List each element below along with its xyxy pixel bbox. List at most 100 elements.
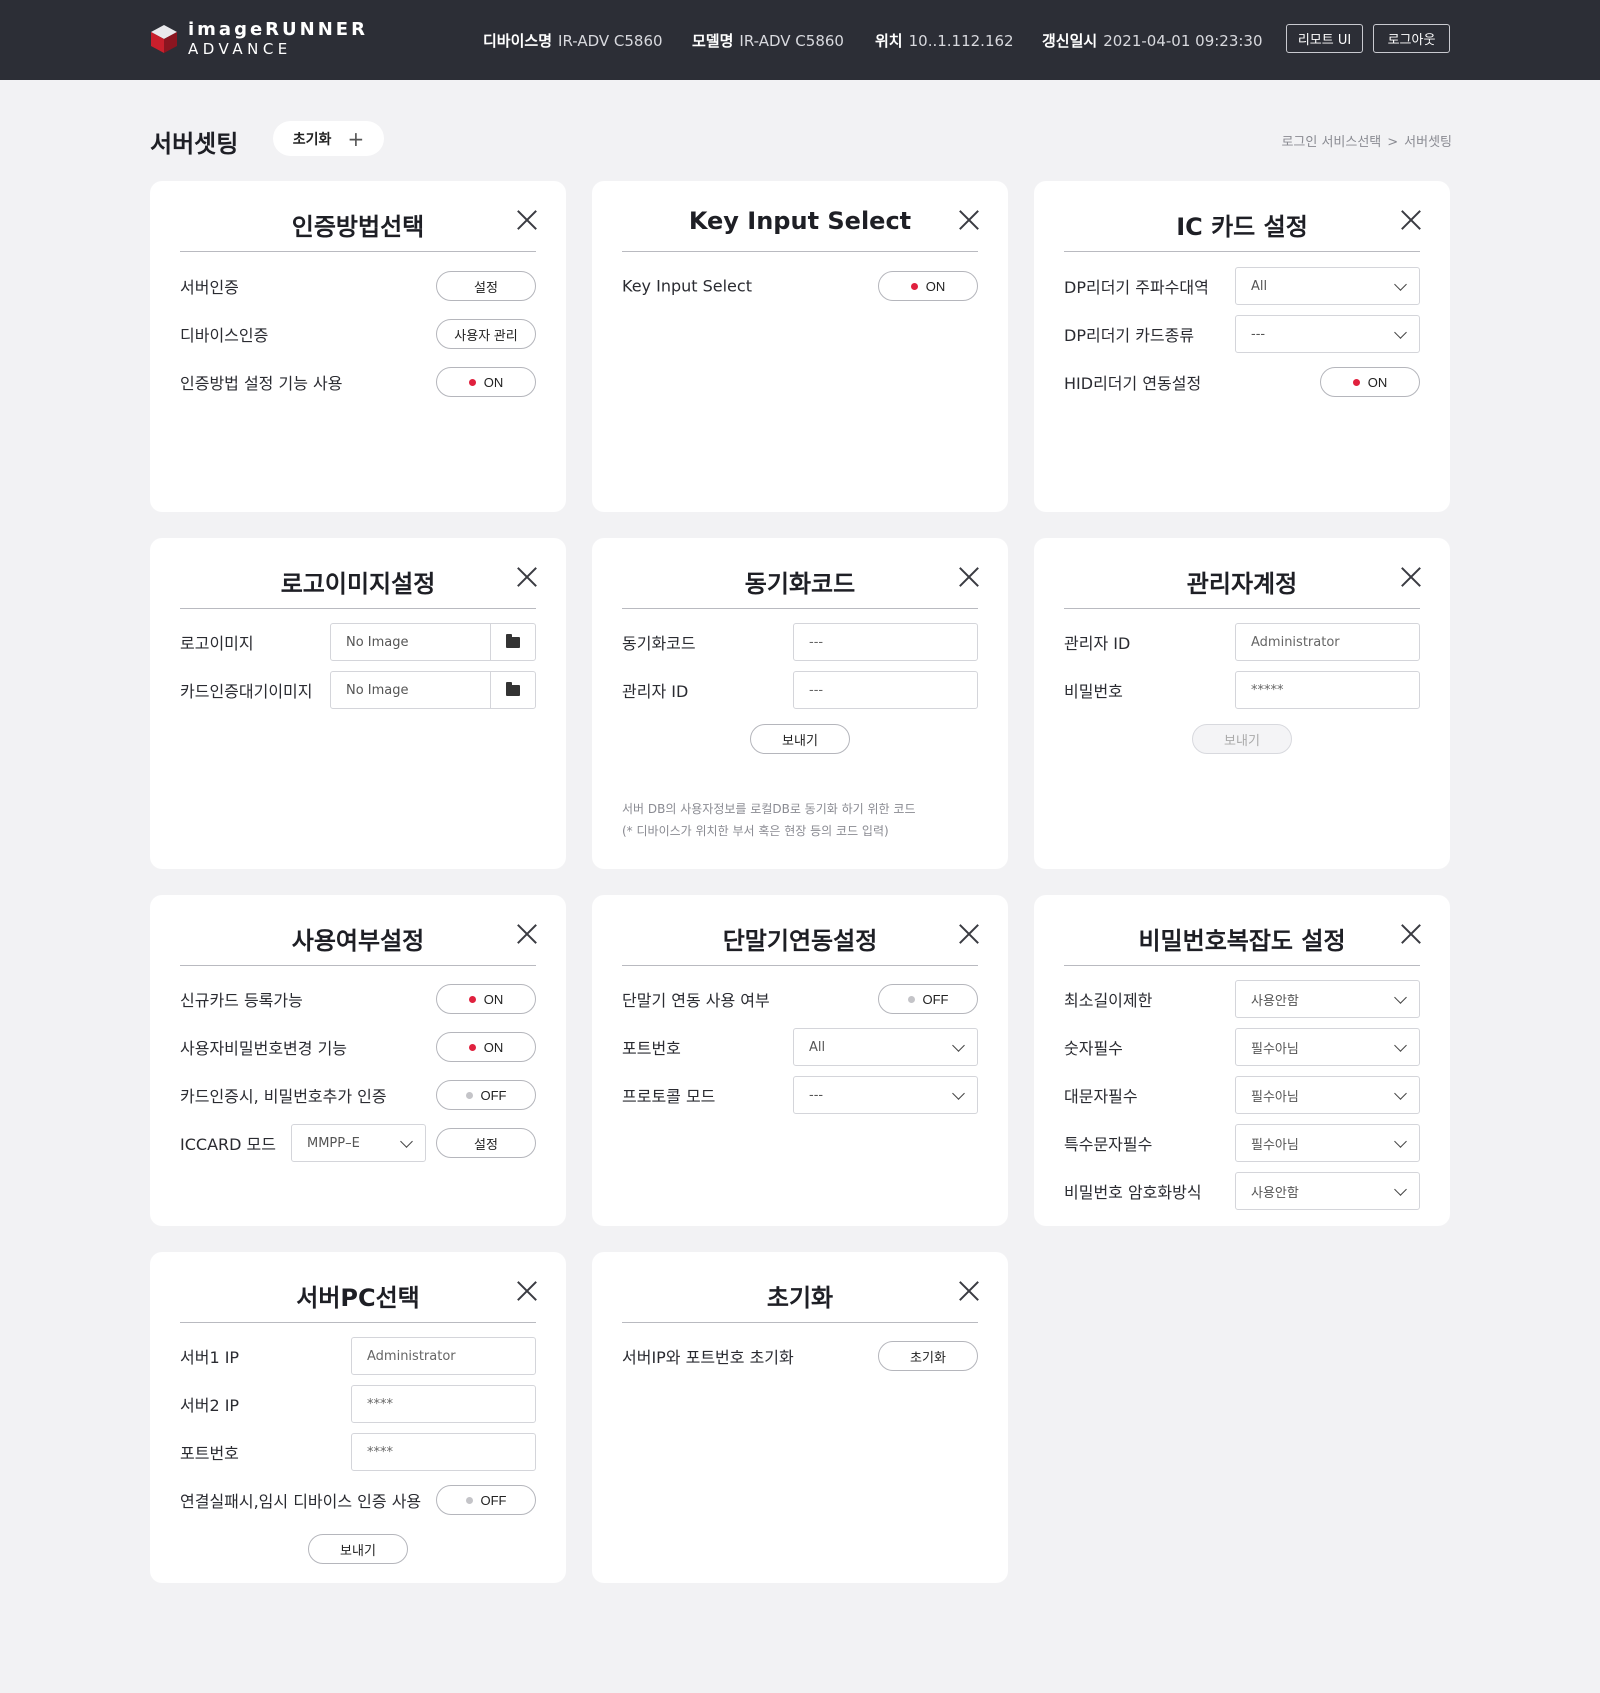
chevron-down-icon (1394, 326, 1407, 339)
row-label: 인증방법 설정 기능 사용 (180, 374, 343, 393)
server1-ip-input[interactable]: Administrator (351, 1337, 536, 1375)
min-length-select[interactable]: 사용안함 (1235, 980, 1420, 1018)
row-dp-frequency: DP리더기 주파수대역 All (1064, 267, 1420, 305)
select-value: 사용안함 (1251, 1185, 1299, 1201)
row-protocol: 프로토콜 모드 --- (622, 1076, 978, 1114)
toggle-label: ON (483, 1039, 504, 1055)
sync-admin-id-input[interactable]: --- (793, 671, 978, 709)
terminal-use-toggle[interactable]: OFF (878, 984, 978, 1014)
card-wait-image-file-field[interactable]: No Image (330, 671, 536, 709)
card-password-auth-toggle[interactable]: OFF (436, 1080, 536, 1110)
close-icon[interactable] (958, 923, 980, 945)
note-line: 서버 DB의 사용자정보를 로컬DB로 동기화 하기 위한 코드 (622, 802, 916, 816)
special-required-select[interactable]: 필수아님 (1235, 1124, 1420, 1162)
dp-card-type-select[interactable]: --- (1235, 315, 1420, 353)
browse-button[interactable] (490, 672, 535, 708)
row-hid-link: HID리더기 연동설정 ON (1064, 363, 1420, 401)
close-icon[interactable] (516, 566, 538, 588)
row-label: 서버IP와 포트번호 초기화 (622, 1348, 794, 1367)
hid-link-toggle[interactable]: ON (1320, 367, 1420, 397)
status-dot-icon (465, 1091, 473, 1099)
server-pc-send-button[interactable]: 보내기 (308, 1534, 408, 1564)
server-auth-setting-button[interactable]: 설정 (436, 271, 536, 301)
card-title: 인증방법선택 (291, 213, 425, 241)
password-change-toggle[interactable]: ON (436, 1032, 536, 1062)
encryption-select[interactable]: 사용안함 (1235, 1172, 1420, 1210)
close-icon[interactable] (1400, 566, 1422, 588)
divider (1064, 965, 1420, 966)
row-admin-id: 관리자 ID --- (622, 671, 978, 709)
close-icon[interactable] (958, 1280, 980, 1302)
card-title: IC 카드 설정 (1176, 213, 1308, 241)
browse-button[interactable] (490, 624, 535, 660)
row-server-port: 포트번호 **** (180, 1433, 536, 1471)
row-key-input: Key Input Select ON (622, 267, 978, 305)
row-label: DP리더기 카드종류 (1064, 326, 1195, 345)
row-card-password-auth: 카드인증시, 비밀번호추가 인증 OFF (180, 1076, 536, 1114)
row-admin-password: 비밀번호 ***** (1064, 671, 1420, 709)
row-label: 관리자 ID (622, 682, 689, 701)
row-new-card: 신규카드 등록가능 ON (180, 980, 536, 1018)
port-select[interactable]: All (793, 1028, 978, 1066)
status-dot-icon (468, 995, 476, 1003)
breadcrumb-item-login-service[interactable]: 로그인 서비스선택 (1281, 135, 1381, 150)
protocol-select[interactable]: --- (793, 1076, 978, 1114)
temp-device-auth-toggle[interactable]: OFF (436, 1485, 536, 1515)
close-icon[interactable] (1400, 923, 1422, 945)
divider (622, 251, 978, 252)
close-icon[interactable] (516, 923, 538, 945)
logout-button[interactable]: 로그아웃 (1373, 24, 1450, 53)
digit-required-select[interactable]: 필수아님 (1235, 1028, 1420, 1066)
close-icon[interactable] (958, 566, 980, 588)
device-name-label: 디바이스명 (483, 32, 553, 50)
uppercase-required-select[interactable]: 필수아님 (1235, 1076, 1420, 1114)
row-logo-image: 로고이미지 No Image (180, 623, 536, 661)
top-bar: imageRUNNER ADVANCE 디바이스명 IR-ADV C5860 모델… (0, 0, 1600, 80)
server2-ip-input[interactable]: **** (351, 1385, 536, 1423)
sync-send-button[interactable]: 보내기 (750, 724, 850, 754)
file-name: No Image (346, 634, 409, 650)
close-icon[interactable] (516, 209, 538, 231)
server-port-input[interactable]: **** (351, 1433, 536, 1471)
reset-add-label: 초기화 (292, 131, 332, 148)
new-card-toggle[interactable]: ON (436, 984, 536, 1014)
reset-ip-port-button[interactable]: 초기화 (878, 1341, 978, 1371)
remote-ui-button[interactable]: 리모트 UI (1286, 24, 1363, 53)
card-title: 관리자계정 (1186, 570, 1298, 598)
iccard-setting-button[interactable]: 설정 (436, 1128, 536, 1158)
toggle-label: ON (483, 991, 504, 1007)
auth-feature-toggle[interactable]: ON (436, 367, 536, 397)
chevron-down-icon (952, 1039, 965, 1052)
row-auth-feature: 인증방법 설정 기능 사용 ON (180, 363, 536, 401)
close-icon[interactable] (1400, 209, 1422, 231)
breadcrumb-separator: > (1387, 135, 1399, 150)
row-label: Key Input Select (622, 276, 752, 296)
admin-send-button[interactable]: 보내기 (1192, 724, 1292, 754)
logo-image-file-field[interactable]: No Image (330, 623, 536, 661)
chevron-down-icon (400, 1135, 413, 1148)
toggle-label: ON (925, 278, 946, 294)
dp-frequency-select[interactable]: All (1235, 267, 1420, 305)
updated-value: 2021-04-01 09:23:30 (1103, 32, 1263, 50)
key-input-toggle[interactable]: ON (878, 271, 978, 301)
reset-add-button[interactable]: 초기화 + (273, 121, 384, 156)
sync-code-input[interactable]: --- (793, 623, 978, 661)
row-dp-card-type: DP리더기 카드종류 --- (1064, 315, 1420, 353)
toggle-label: ON (483, 374, 504, 390)
row-admin-id: 관리자 ID Administrator (1064, 623, 1420, 661)
device-name-value: IR-ADV C5860 (558, 32, 663, 50)
user-manage-button[interactable]: 사용자 관리 (436, 319, 536, 349)
status-dot-icon (1352, 378, 1360, 386)
logo-line2: ADVANCE (188, 40, 292, 58)
toggle-label: OFF (922, 991, 949, 1007)
close-icon[interactable] (516, 1280, 538, 1302)
iccard-mode-select[interactable]: MMPP–E (291, 1124, 426, 1162)
admin-id-input[interactable]: Administrator (1235, 623, 1420, 661)
divider (622, 965, 978, 966)
select-value: 필수아님 (1251, 1041, 1299, 1057)
location-value: 10..1.112.162 (908, 32, 1014, 50)
admin-password-input[interactable]: ***** (1235, 671, 1420, 709)
chevron-down-icon (1394, 1087, 1407, 1100)
close-icon[interactable] (958, 209, 980, 231)
card-title: 초기화 (766, 1284, 834, 1312)
